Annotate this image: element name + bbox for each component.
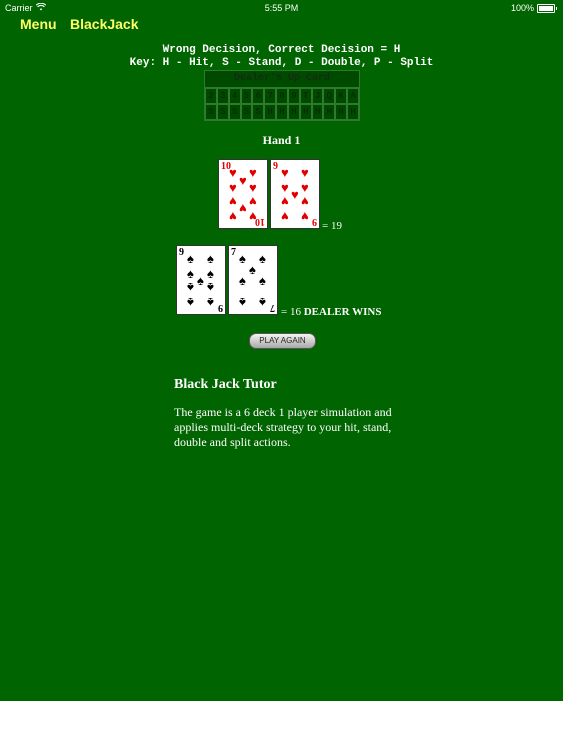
strategy-table-header: Dealer's Up Card [205,71,359,88]
action-cell: H [276,104,288,120]
spade-pip-icon: ♠ [259,273,266,288]
action-cell: H [335,104,348,120]
blackjack-title-button[interactable]: BlackJack [70,16,139,32]
card-rank: 9 [179,247,184,258]
upcard-cell: 9 [287,88,300,104]
spade-pip-icon: ♠ [259,250,266,266]
upcard-cell: 8 [276,88,288,104]
hand-title: Hand 1 [262,133,301,147]
game-screen: Carrier 5:55 PM 100% Menu BlackJack Wron… [0,0,563,701]
action-cell: H [287,104,300,120]
upcard-cell: J [311,88,324,104]
heart-pip-icon: ♥ [281,164,289,180]
heart-pip-icon: ♥ [229,209,237,225]
heart-pip-icon: ♥ [281,194,289,209]
action-cell: S [252,104,265,120]
strategy-table: Dealer's Up Card 23456789TJQKA SSSSSHHHH… [204,70,360,121]
heart-pip-icon: ♥ [239,201,247,216]
upcard-cell: 5 [240,88,253,104]
heart-pip-icon: ♥ [229,180,237,195]
dealer-total: = 16 [281,306,301,318]
decision-message: Wrong Decision, Correct Decision = H [162,44,401,56]
spade-pip-icon: ♠ [259,295,266,311]
playing-card: 10 10 ♥ ♥ ♥ ♥ ♥ ♥ ♥ ♥ ♥ ♥ [218,159,268,229]
battery-percent: 100% [510,3,534,13]
spade-pip-icon: ♠ [187,280,194,295]
heart-pip-icon: ♥ [229,164,237,180]
strategy-action-row: SSSSSHHHHHHHH [205,104,359,120]
menu-button[interactable]: Menu [20,16,57,32]
upcard-cell: A [347,88,359,104]
action-cell: S [240,104,253,120]
spade-pip-icon: ♠ [207,295,214,311]
heart-pip-icon: ♥ [249,209,257,225]
upcard-cell: T [299,88,312,104]
spade-pip-icon: ♠ [187,250,194,266]
spade-pip-icon: ♠ [197,273,204,288]
battery-icon [537,3,555,13]
tutor-description: The game is a 6 deck 1 player simulation… [174,405,392,449]
upcard-cell: K [335,88,348,104]
status-time: 5:55 PM [264,3,299,13]
upcard-cell: 6 [252,88,265,104]
card-rank: 9 [273,161,278,172]
card-rank-corner: 9 [218,302,223,313]
strategy-key: Key: H - Hit, S - Stand, D - Double, P -… [129,57,434,69]
playing-card: 7 7 ♠ ♠ ♠ ♠ ♠ ♠ ♠ [228,245,278,315]
heart-pip-icon: ♥ [291,187,299,202]
playing-card: 9 9 ♠ ♠ ♠ ♠ ♠ ♠ ♠ ♠ ♠ [176,245,226,315]
spade-pip-icon: ♠ [207,280,214,295]
heart-pip-icon: ♥ [249,180,257,195]
spade-pip-icon: ♠ [207,250,214,266]
dealer-result: = 16 DEALER WINS [281,306,381,318]
spade-pip-icon: ♠ [239,250,246,266]
strategy-card-row: 23456789TJQKA [205,88,359,104]
heart-pip-icon: ♥ [229,194,237,209]
card-rank-corner: 9 [312,216,317,227]
heart-pip-icon: ♥ [301,164,309,180]
action-cell: H [264,104,277,120]
upcard-cell: 2 [205,88,217,104]
heart-pip-icon: ♥ [301,194,309,209]
action-cell: H [347,104,359,120]
spade-pip-icon: ♠ [187,266,194,281]
action-cell: H [299,104,312,120]
result-text: DEALER WINS [303,306,382,318]
action-cell: H [311,104,324,120]
heart-pip-icon: ♥ [281,180,289,195]
heart-pip-icon: ♥ [239,173,247,188]
spade-pip-icon: ♠ [187,295,194,311]
spade-pip-icon: ♠ [207,266,214,281]
heart-pip-icon: ♥ [249,194,257,209]
action-cell: S [228,104,241,120]
play-again-button[interactable]: PLAY AGAIN [249,333,316,349]
player-total: = 19 [322,220,342,232]
status-bar: Carrier 5:55 PM 100% [0,0,563,16]
heart-pip-icon: ♥ [281,209,289,225]
action-cell: S [216,104,229,120]
upcard-cell: 3 [216,88,229,104]
upcard-cell: 4 [228,88,241,104]
spade-pip-icon: ♠ [239,295,246,311]
playing-card: 9 9 ♥ ♥ ♥ ♥ ♥ ♥ ♥ ♥ ♥ [270,159,320,229]
action-cell: S [205,104,217,120]
battery-tip [556,6,557,10]
spade-pip-icon: ♠ [239,273,246,288]
card-rank: 7 [231,247,236,258]
spade-pip-icon: ♠ [249,261,256,277]
upcard-cell: 7 [264,88,277,104]
battery-indicator: 100% [511,3,557,13]
heart-pip-icon: ♥ [301,209,309,225]
tutor-title: Black Jack Tutor [174,377,277,392]
heart-pip-icon: ♥ [301,180,309,195]
action-cell: H [323,104,336,120]
card-rank-corner: 7 [270,302,275,313]
upcard-cell: Q [323,88,336,104]
heart-pip-icon: ♥ [249,164,257,180]
